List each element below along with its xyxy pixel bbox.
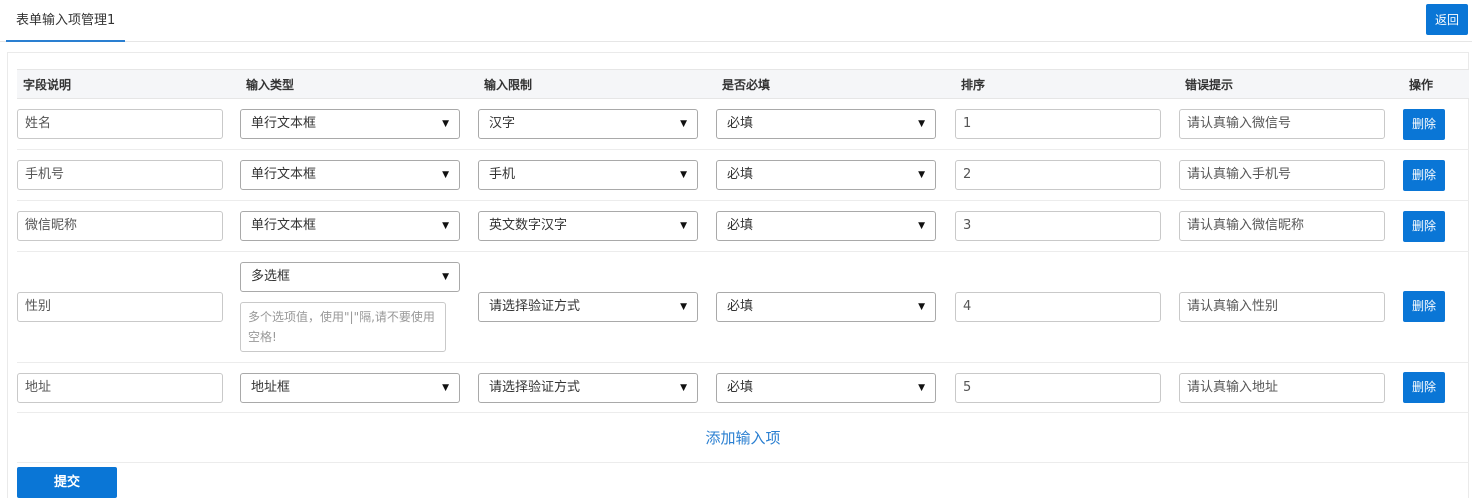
table-row: 姓名 单行文本框 ▼ 汉字 ▼ 必填 ▼ 1 请认真输入微信号 删除 [17, 99, 1469, 150]
caret-down-icon: ▼ [442, 221, 449, 231]
top-bar: 表单输入项管理1 返回 [0, 0, 1472, 42]
select-value: 汉字 [489, 116, 516, 131]
table-header: 字段说明 输入类型 输入限制 是否必填 排序 错误提示 操作 [17, 69, 1469, 99]
order-input[interactable]: 3 [955, 211, 1161, 241]
select-value: 多选框 [251, 269, 291, 284]
header-required: 是否必填 [722, 78, 771, 92]
select-value: 必填 [727, 167, 754, 182]
delete-button[interactable]: 删除 [1403, 109, 1445, 140]
select-value: 手机 [489, 167, 516, 182]
error-tip-input[interactable]: 请认真输入微信号 [1179, 109, 1385, 139]
table-row: 性别 多选框 ▼ 多个选项值，使用"|"隔,请不要使用空格! 请选择验证方式 ▼ 必… [17, 252, 1469, 363]
order-input[interactable]: 4 [955, 292, 1161, 322]
required-select[interactable]: 必填 ▼ [716, 292, 936, 322]
header-order: 排序 [961, 78, 986, 92]
required-select[interactable]: 必填 ▼ [716, 160, 936, 190]
field-label-input[interactable]: 地址 [17, 373, 223, 403]
required-select[interactable]: 必填 ▼ [716, 373, 936, 403]
header-input-type: 输入类型 [246, 78, 295, 92]
caret-down-icon: ▼ [918, 383, 925, 393]
add-item-row: 添加输入项 [17, 413, 1469, 463]
error-tip-input[interactable]: 请认真输入手机号 [1179, 160, 1385, 190]
back-button[interactable]: 返回 [1426, 4, 1468, 35]
options-textarea[interactable]: 多个选项值，使用"|"隔,请不要使用空格! [240, 302, 446, 352]
caret-down-icon: ▼ [680, 170, 687, 180]
select-value: 单行文本框 [251, 167, 317, 182]
add-input-item-link[interactable]: 添加输入项 [705, 429, 780, 447]
error-tip-input[interactable]: 请认真输入微信昵称 [1179, 211, 1385, 241]
error-tip-input[interactable]: 请认真输入地址 [1179, 373, 1385, 403]
header-input-limit: 输入限制 [484, 78, 533, 92]
delete-button[interactable]: 删除 [1403, 160, 1445, 191]
input-limit-select[interactable]: 请选择验证方式 ▼ [478, 292, 698, 322]
field-label-input[interactable]: 姓名 [17, 109, 223, 139]
select-value: 必填 [727, 380, 754, 395]
header-field-desc: 字段说明 [23, 78, 72, 92]
caret-down-icon: ▼ [680, 383, 687, 393]
header-error-tip: 错误提示 [1185, 78, 1234, 92]
table-row: 地址 地址框 ▼ 请选择验证方式 ▼ 必填 ▼ 5 请认真输入地址 删除 [17, 363, 1469, 413]
submit-button[interactable]: 提交 [17, 467, 117, 498]
table-row: 微信昵称 单行文本框 ▼ 英文数字汉字 ▼ 必填 ▼ 3 请认真输入微信昵称 删除 [17, 201, 1469, 252]
caret-down-icon: ▼ [680, 119, 687, 129]
input-type-select[interactable]: 单行文本框 ▼ [240, 211, 460, 241]
select-value: 单行文本框 [251, 218, 317, 233]
input-limit-select[interactable]: 英文数字汉字 ▼ [478, 211, 698, 241]
field-label-input[interactable]: 性别 [17, 292, 223, 322]
content-panel: 字段说明 输入类型 输入限制 是否必填 排序 错误提示 操作 姓名 单行文本框 ▼… [7, 52, 1469, 498]
input-type-select[interactable]: 单行文本框 ▼ [240, 109, 460, 139]
error-tip-input[interactable]: 请认真输入性别 [1179, 292, 1385, 322]
caret-down-icon: ▼ [680, 221, 687, 231]
caret-down-icon: ▼ [442, 170, 449, 180]
order-input[interactable]: 5 [955, 373, 1161, 403]
input-type-select[interactable]: 单行文本框 ▼ [240, 160, 460, 190]
required-select[interactable]: 必填 ▼ [716, 109, 936, 139]
delete-button[interactable]: 删除 [1403, 211, 1445, 242]
order-input[interactable]: 2 [955, 160, 1161, 190]
caret-down-icon: ▼ [918, 119, 925, 129]
select-value: 单行文本框 [251, 116, 317, 131]
select-value: 地址框 [251, 380, 291, 395]
field-label-input[interactable]: 手机号 [17, 160, 223, 190]
field-label-input[interactable]: 微信昵称 [17, 211, 223, 241]
delete-button[interactable]: 删除 [1403, 372, 1445, 403]
caret-down-icon: ▼ [918, 221, 925, 231]
input-limit-select[interactable]: 汉字 ▼ [478, 109, 698, 139]
input-type-select[interactable]: 多选框 ▼ [240, 262, 460, 292]
order-input[interactable]: 1 [955, 109, 1161, 139]
caret-down-icon: ▼ [442, 383, 449, 393]
select-value: 必填 [727, 116, 754, 131]
caret-down-icon: ▼ [918, 170, 925, 180]
select-value: 英文数字汉字 [489, 218, 568, 233]
input-type-select[interactable]: 地址框 ▼ [240, 373, 460, 403]
table-row: 手机号 单行文本框 ▼ 手机 ▼ 必填 ▼ 2 请认真输入手机号 删除 [17, 150, 1469, 201]
header-actions: 操作 [1409, 78, 1434, 92]
input-limit-select[interactable]: 手机 ▼ [478, 160, 698, 190]
tab-form-input-management[interactable]: 表单输入项管理1 [6, 0, 126, 42]
select-value: 必填 [727, 218, 754, 233]
select-value: 必填 [727, 299, 754, 314]
select-value: 请选择验证方式 [489, 299, 581, 314]
caret-down-icon: ▼ [680, 302, 687, 312]
required-select[interactable]: 必填 ▼ [716, 211, 936, 241]
delete-button[interactable]: 删除 [1403, 291, 1445, 322]
caret-down-icon: ▼ [442, 119, 449, 129]
caret-down-icon: ▼ [918, 302, 925, 312]
input-limit-select[interactable]: 请选择验证方式 ▼ [478, 373, 698, 403]
caret-down-icon: ▼ [442, 272, 449, 282]
select-value: 请选择验证方式 [489, 380, 581, 395]
